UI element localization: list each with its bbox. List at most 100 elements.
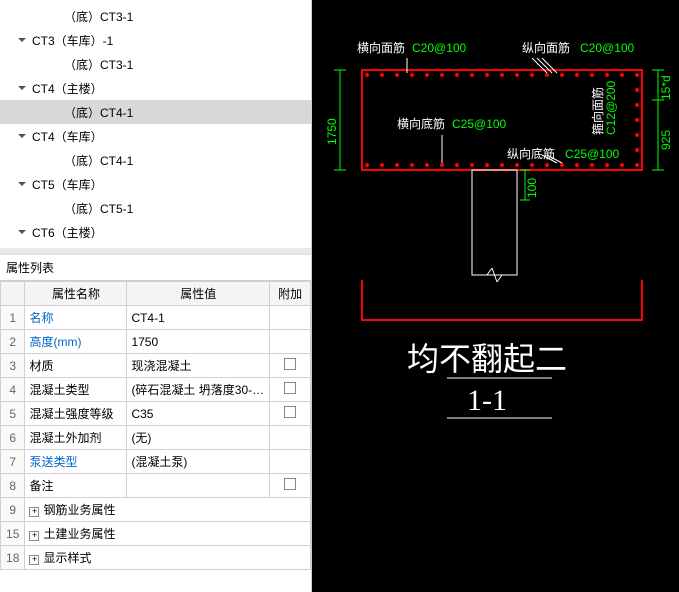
tree-item-label: CT3（车库）-1 xyxy=(32,32,113,49)
prop-extra[interactable] xyxy=(270,474,311,498)
prop-value[interactable]: (碎石混凝土 坍落度30-5... xyxy=(127,378,270,402)
tree-item-label: CT6（主楼） xyxy=(32,224,103,241)
header-idx xyxy=(1,282,25,306)
prop-name: 名称 xyxy=(25,306,127,330)
prop-name: 泵送类型 xyxy=(25,450,127,474)
spec-side: C12@200 xyxy=(604,80,618,135)
drawing-title1: 均不翻起二 xyxy=(407,341,567,377)
caret-spacer xyxy=(48,154,60,166)
prop-value[interactable]: 1750 xyxy=(127,330,270,354)
prop-name: 混凝土类型 xyxy=(25,378,127,402)
rebar-dots-bottom xyxy=(365,163,639,167)
expand-icon[interactable]: + xyxy=(29,531,39,541)
expand-icon[interactable]: + xyxy=(29,507,39,517)
checkbox-icon[interactable] xyxy=(284,382,296,394)
expand-icon[interactable]: + xyxy=(29,555,39,565)
property-group-row[interactable]: 9+钢筋业务属性 xyxy=(1,498,311,522)
property-header-row: 属性名称 属性值 附加 xyxy=(1,282,311,306)
header-name: 属性名称 xyxy=(25,282,127,306)
row-idx: 4 xyxy=(1,378,25,402)
tree-item[interactable]: （底）CT4-1 xyxy=(0,148,311,172)
property-group-row[interactable]: 15 + 土建业务属性 xyxy=(1,522,311,546)
tree-item[interactable]: （底）CT3-1 xyxy=(0,52,311,76)
property-row[interactable]: 4混凝土类型(碎石混凝土 坍落度30-5... xyxy=(1,378,311,402)
row-idx: 18 xyxy=(1,546,25,570)
prop-name: 备注 xyxy=(25,474,127,498)
dim-bottom-small: 100 xyxy=(525,178,539,198)
label-top-right: 纵向面筋 xyxy=(522,40,570,55)
tree-item-label: （底）CT4-1 xyxy=(64,104,133,121)
tree-item-label: CT5（车库） xyxy=(32,176,103,193)
prop-name: 混凝土强度等级 xyxy=(25,402,127,426)
label-mid-right: 纵向底筋 xyxy=(507,146,555,161)
row-idx: 15 xyxy=(1,522,25,546)
prop-extra[interactable] xyxy=(270,378,311,402)
tree-item[interactable]: CT5（车库） xyxy=(0,172,311,196)
caret-down-icon[interactable] xyxy=(16,82,28,94)
spec-top-right: C20@100 xyxy=(580,41,635,55)
spec-mid-left: C25@100 xyxy=(452,117,507,131)
property-row[interactable]: 8备注 xyxy=(1,474,311,498)
tree-item[interactable]: （底）CT3-1 xyxy=(0,4,311,28)
prop-extra[interactable] xyxy=(270,402,311,426)
group-label: 显示样式 xyxy=(43,551,91,565)
caret-down-icon[interactable] xyxy=(16,34,28,46)
prop-value[interactable]: CT4-1 xyxy=(127,306,270,330)
prop-extra xyxy=(270,306,311,330)
caret-down-icon[interactable] xyxy=(16,130,28,142)
prop-extra[interactable] xyxy=(270,354,311,378)
property-group-row[interactable]: 18 + 显示样式 xyxy=(1,546,311,570)
row-idx: 6 xyxy=(1,426,25,450)
prop-value[interactable]: (混凝土泵) xyxy=(127,450,270,474)
caret-spacer xyxy=(48,106,60,118)
property-panel-title: 属性列表 xyxy=(0,254,311,281)
row-idx: 9 xyxy=(1,498,25,522)
property-row[interactable]: 2高度(mm)1750 xyxy=(1,330,311,354)
row-idx: 2 xyxy=(1,330,25,354)
property-row[interactable]: 5混凝土强度等级C35 xyxy=(1,402,311,426)
group-cell[interactable]: + 显示样式 xyxy=(25,546,311,570)
prop-name: 材质 xyxy=(25,354,127,378)
prop-name: 高度(mm) xyxy=(25,330,127,354)
row-idx: 1 xyxy=(1,306,25,330)
drawing-viewport[interactable]: 横向面筋 C20@100 纵向面筋 C20@100 横向底筋 C25@100 纵… xyxy=(312,0,679,592)
caret-down-icon[interactable] xyxy=(16,178,28,190)
prop-value[interactable] xyxy=(127,474,270,498)
row-idx: 7 xyxy=(1,450,25,474)
tree-item-label: CT4（主楼） xyxy=(32,80,103,97)
tree-item-label: （底）CT5-1 xyxy=(64,200,133,217)
drawing-title2: 1-1 xyxy=(467,384,507,417)
rebar-dots-side xyxy=(635,88,639,152)
prop-name: 混凝土外加剂 xyxy=(25,426,127,450)
tree-item[interactable]: CT4（主楼） xyxy=(0,76,311,100)
group-cell[interactable]: +钢筋业务属性 xyxy=(25,498,311,522)
tree-item[interactable]: CT3（车库）-1 xyxy=(0,28,311,52)
dim-right1: 15*d xyxy=(659,75,673,100)
group-label: 土建业务属性 xyxy=(43,527,115,541)
prop-extra xyxy=(270,426,311,450)
drawing-svg: 横向面筋 C20@100 纵向面筋 C20@100 横向底筋 C25@100 纵… xyxy=(312,0,679,592)
checkbox-icon[interactable] xyxy=(284,478,296,490)
tree-item[interactable]: （底）CT5-1 xyxy=(0,196,311,220)
tree-item-label: （底）CT3-1 xyxy=(64,56,133,73)
tree-panel: （底）CT3-1 CT3（车库）-1 （底）CT3-1 CT4（主楼） （底）CT4-1… xyxy=(0,0,311,248)
tree-item[interactable]: （底）CT4-1 xyxy=(0,100,311,124)
row-idx: 8 xyxy=(1,474,25,498)
checkbox-icon[interactable] xyxy=(284,406,296,418)
prop-extra xyxy=(270,330,311,354)
tree-item[interactable]: CT6（主楼） xyxy=(0,220,311,244)
checkbox-icon[interactable] xyxy=(284,358,296,370)
property-row[interactable]: 7泵送类型(混凝土泵) xyxy=(1,450,311,474)
tree-item[interactable]: CT4（车库） xyxy=(0,124,311,148)
prop-value[interactable]: (无) xyxy=(127,426,270,450)
column-outline xyxy=(472,170,517,275)
prop-value[interactable]: C35 xyxy=(127,402,270,426)
dim-right2: 925 xyxy=(659,130,673,150)
row-idx: 5 xyxy=(1,402,25,426)
property-row[interactable]: 6混凝土外加剂(无) xyxy=(1,426,311,450)
property-row[interactable]: 1名称CT4-1 xyxy=(1,306,311,330)
property-row[interactable]: 3材质现浇混凝土 xyxy=(1,354,311,378)
prop-value[interactable]: 现浇混凝土 xyxy=(127,354,270,378)
group-cell[interactable]: + 土建业务属性 xyxy=(25,522,311,546)
caret-down-icon[interactable] xyxy=(16,226,28,238)
